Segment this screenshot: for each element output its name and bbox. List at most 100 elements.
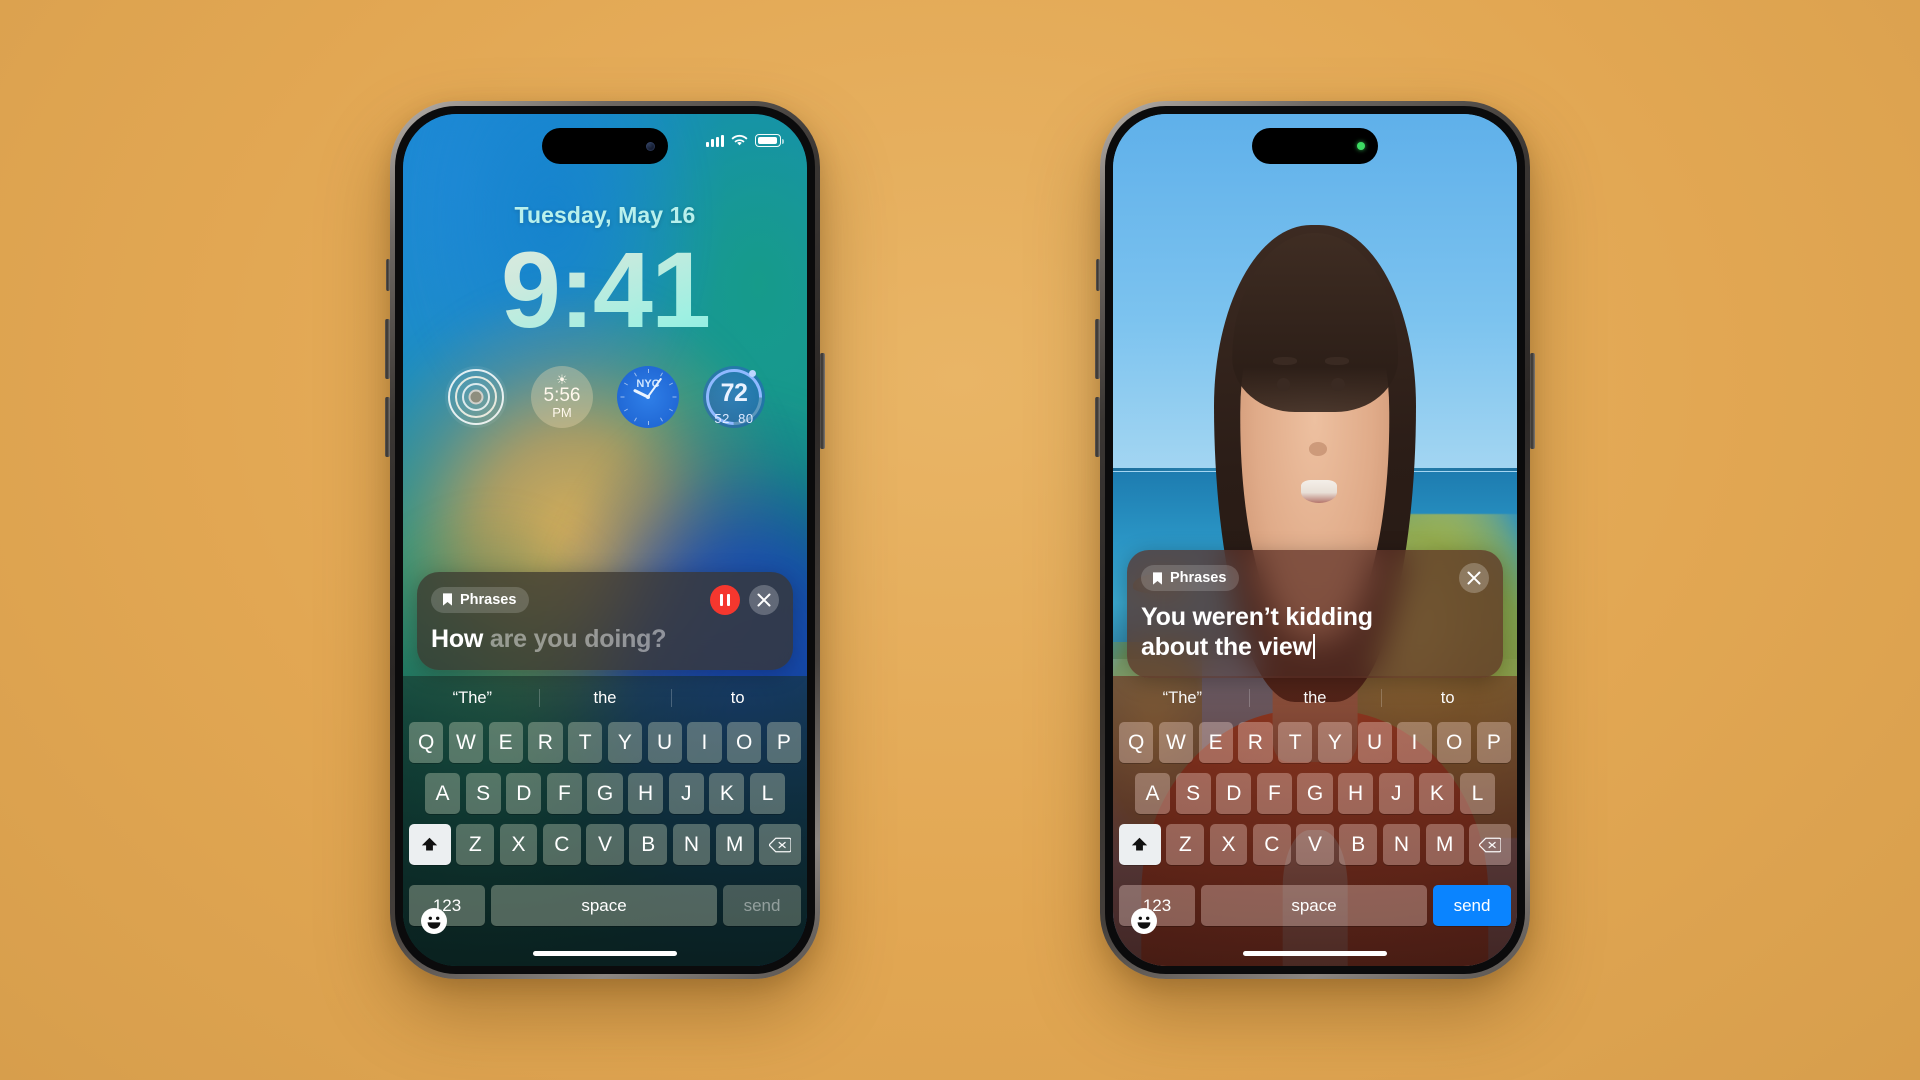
shift-key[interactable]	[1118, 824, 1161, 865]
key-z[interactable]: Z	[1166, 824, 1205, 865]
key-v[interactable]: V	[586, 824, 624, 865]
key-x[interactable]: X	[499, 824, 538, 865]
key-g[interactable]: G	[587, 773, 623, 814]
key-z[interactable]: Z	[456, 824, 495, 865]
key-j[interactable]: J	[668, 773, 704, 814]
key-h[interactable]: H	[1338, 773, 1374, 814]
phrases-panel-actions	[710, 584, 779, 615]
key-o[interactable]: O	[1437, 722, 1472, 763]
key-a[interactable]: A	[425, 773, 461, 814]
home-indicator-right[interactable]	[1243, 951, 1387, 956]
send-key[interactable]: send	[1433, 885, 1511, 926]
key-a[interactable]: A	[1135, 773, 1171, 814]
key-r[interactable]: R	[1238, 722, 1273, 763]
phrases-pill[interactable]: Phrases	[1141, 565, 1240, 591]
key-s[interactable]: S	[1175, 773, 1211, 814]
power-button[interactable]	[820, 353, 825, 449]
key-p[interactable]: P	[766, 722, 801, 763]
key-q[interactable]: Q	[409, 722, 444, 763]
key-w[interactable]: W	[1158, 722, 1193, 763]
silent-switch[interactable]	[386, 259, 390, 291]
sunset-widget[interactable]: ☀ 5:56 PM	[531, 366, 593, 428]
key-f[interactable]: F	[1256, 773, 1292, 814]
key-o[interactable]: O	[727, 722, 762, 763]
key-y[interactable]: Y	[607, 722, 642, 763]
phrase-spoken-word: How	[431, 624, 484, 653]
key-g[interactable]: G	[1297, 773, 1333, 814]
key-t[interactable]: T	[568, 722, 603, 763]
phone-left: Tuesday, May 16 9:41 ☀ 5:56 PM NYC 72 52…	[385, 101, 825, 979]
volume-down-button[interactable]	[1095, 397, 1100, 457]
dynamic-island-right	[1252, 128, 1378, 164]
home-indicator-left[interactable]	[533, 951, 677, 956]
key-s[interactable]: S	[465, 773, 501, 814]
close-button[interactable]	[1459, 563, 1489, 593]
phrases-pill[interactable]: Phrases	[431, 586, 530, 613]
bookmark-icon	[443, 593, 452, 606]
screen-right: Phrases You weren’t kidding about the vi…	[1113, 114, 1517, 966]
key-m[interactable]: M	[715, 824, 754, 865]
key-r[interactable]: R	[528, 722, 563, 763]
prediction-2[interactable]: to	[671, 689, 804, 708]
power-button[interactable]	[1530, 353, 1535, 449]
key-y[interactable]: Y	[1317, 722, 1352, 763]
key-d[interactable]: D	[1216, 773, 1252, 814]
key-n[interactable]: N	[672, 824, 711, 865]
key-b[interactable]: B	[629, 824, 668, 865]
volume-down-button[interactable]	[385, 397, 390, 457]
prediction-2[interactable]: to	[1381, 689, 1514, 708]
delete-key[interactable]	[1469, 824, 1512, 865]
close-button[interactable]	[749, 584, 779, 615]
key-h[interactable]: H	[628, 773, 664, 814]
key-t[interactable]: T	[1278, 722, 1313, 763]
key-q[interactable]: Q	[1119, 722, 1154, 763]
space-key[interactable]: space	[1201, 885, 1427, 926]
key-l[interactable]: L	[1459, 773, 1495, 814]
key-n[interactable]: N	[1382, 824, 1421, 865]
key-j[interactable]: J	[1378, 773, 1414, 814]
world-clock-widget[interactable]: NYC	[617, 366, 679, 428]
pause-button[interactable]	[710, 584, 740, 615]
key-b[interactable]: B	[1339, 824, 1378, 865]
emoji-button[interactable]	[1131, 908, 1157, 934]
send-key[interactable]: send	[723, 885, 801, 926]
key-x[interactable]: X	[1209, 824, 1248, 865]
key-l[interactable]: L	[749, 773, 785, 814]
key-i[interactable]: I	[687, 722, 722, 763]
key-e[interactable]: E	[488, 722, 523, 763]
key-u[interactable]: U	[1357, 722, 1392, 763]
phrases-panel-header: Phrases	[431, 584, 779, 616]
emoji-icon	[423, 910, 445, 932]
key-c[interactable]: C	[542, 824, 581, 865]
key-e[interactable]: E	[1198, 722, 1233, 763]
volume-up-button[interactable]	[1095, 319, 1100, 379]
key-i[interactable]: I	[1397, 722, 1432, 763]
key-m[interactable]: M	[1425, 824, 1464, 865]
prediction-0[interactable]: “The”	[406, 689, 539, 708]
space-key[interactable]: space	[491, 885, 717, 926]
prediction-1[interactable]: the	[1249, 689, 1382, 708]
keyboard-row-3: Z X C V B N M	[1116, 824, 1514, 865]
key-u[interactable]: U	[647, 722, 682, 763]
silent-switch[interactable]	[1096, 259, 1100, 291]
key-v[interactable]: V	[1296, 824, 1334, 865]
key-d[interactable]: D	[506, 773, 542, 814]
key-c[interactable]: C	[1252, 824, 1291, 865]
key-k[interactable]: K	[709, 773, 745, 814]
weather-widget[interactable]: 72 52 80	[694, 357, 774, 437]
prediction-1[interactable]: the	[539, 689, 672, 708]
phrases-pill-label: Phrases	[460, 591, 517, 608]
key-p[interactable]: P	[1476, 722, 1511, 763]
backspace-icon	[769, 837, 792, 852]
volume-up-button[interactable]	[385, 319, 390, 379]
phrase-text-right[interactable]: You weren’t kidding about the view	[1141, 603, 1489, 662]
emoji-button[interactable]	[421, 908, 447, 934]
delete-key[interactable]	[759, 824, 802, 865]
cellular-signal-icon	[706, 134, 724, 147]
prediction-0[interactable]: “The”	[1116, 689, 1249, 708]
shift-key[interactable]	[408, 824, 451, 865]
activity-rings-widget[interactable]	[445, 366, 507, 428]
key-w[interactable]: W	[448, 722, 483, 763]
key-f[interactable]: F	[546, 773, 582, 814]
key-k[interactable]: K	[1419, 773, 1455, 814]
